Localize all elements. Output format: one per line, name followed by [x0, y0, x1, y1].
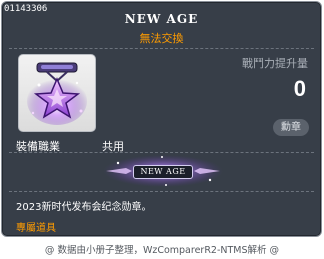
- combat-power-value: 0: [293, 76, 306, 101]
- exclusive-item-label: 專屬道具: [16, 223, 56, 234]
- trade-status: 無法交換: [139, 32, 184, 45]
- footer-credit: @ 数据由小册子整理，WzComparerR2-NTMS解析 @: [44, 245, 280, 256]
- item-type-badge: 勳章: [273, 119, 309, 136]
- divider-middle: [9, 152, 314, 153]
- combat-power-label: 戰鬥力提升量: [242, 57, 308, 70]
- medal-icon: [27, 62, 87, 125]
- item-name: NEW AGE: [124, 12, 199, 26]
- item-description: 2023新时代发布会纪念勋章。: [16, 202, 152, 213]
- title-plate: NEW AGE: [133, 165, 193, 179]
- item-tooltip: 01143306 NEW AGE 無法交換 戰鬥力提升量 0 勳章 裝備職業 共…: [1, 1, 322, 237]
- divider-lower: [9, 191, 314, 192]
- title-banner: NEW AGE: [102, 154, 224, 188]
- divider-top: [9, 48, 314, 49]
- item-icon-frame: [18, 54, 96, 132]
